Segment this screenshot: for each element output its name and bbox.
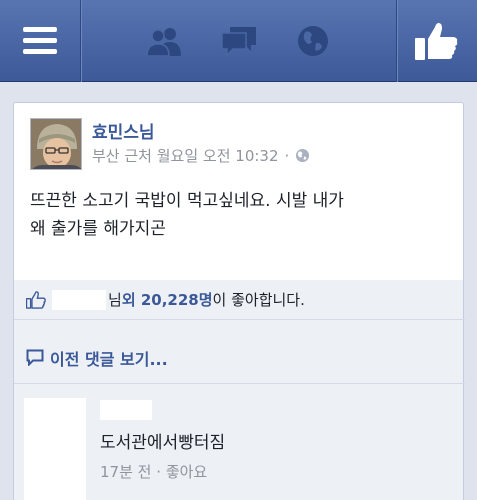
redacted-liker-name — [52, 289, 106, 310]
post-location-time[interactable]: 부산 근처 월요일 오전 10:32 — [92, 145, 279, 166]
menu-button[interactable] — [0, 0, 80, 82]
post-author[interactable]: 효민스님 — [92, 118, 155, 143]
previous-comments-label[interactable]: 이전 댓글 보기... — [50, 346, 168, 370]
post-feedback: 님 외 20,228명 이 좋아합니다. 이전 댓글 보기... 도서관에서빵터… — [13, 280, 465, 500]
likes-summary[interactable]: 님 외 20,228명 이 좋아합니다. — [14, 280, 465, 320]
thumbs-up-icon — [415, 23, 458, 60]
friend-requests-button[interactable] — [138, 0, 190, 82]
commenter-name-redacted[interactable] — [100, 400, 152, 420]
comment-time: 17분 전 — [100, 463, 152, 481]
previous-comments-link[interactable]: 이전 댓글 보기... — [14, 332, 465, 384]
likes-suffix: 이 좋아합니다. — [212, 291, 305, 309]
comment-like-link[interactable]: 좋아요 — [166, 463, 207, 481]
post-text-line-1: 뜨끈한 소고기 국밥이 먹고싶네요. 시발 내가 — [30, 191, 344, 211]
meta-separator: · — [284, 146, 290, 165]
friends-icon — [146, 28, 181, 56]
comment-meta: 17분 전 · 좋아요 — [100, 461, 207, 482]
author-avatar[interactable] — [30, 118, 82, 170]
globe-icon — [296, 148, 310, 163]
likes-name-suffix: 님 — [108, 291, 122, 309]
messages-icon — [221, 27, 256, 57]
likes-others-count[interactable]: 외 20,228명 — [122, 289, 213, 310]
post-card: 효민스님 부산 근처 월요일 오전 10:32 · 뜨끈한 소고기 국밥이 먹고… — [13, 102, 464, 280]
menu-icon — [23, 27, 57, 54]
top-navigation-bar — [0, 0, 477, 82]
like-button[interactable] — [397, 0, 477, 82]
notifications-button[interactable] — [290, 0, 336, 82]
thumbs-up-icon — [26, 290, 46, 309]
comment-meta-separator: · — [156, 463, 162, 481]
post-text: 뜨끈한 소고기 국밥이 먹고싶네요. 시발 내가 왜 출가를 해가지곤 — [30, 187, 450, 243]
messages-button[interactable] — [214, 0, 264, 82]
commenter-avatar-redacted[interactable] — [24, 398, 86, 500]
globe-icon — [298, 26, 328, 56]
post-text-line-2: 왜 출가를 해가지곤 — [30, 219, 166, 239]
comment-bubble-icon — [26, 349, 44, 366]
comment-item: 도서관에서빵터짐 17분 전 · 좋아요 — [14, 388, 465, 500]
comment-text: 도서관에서빵터짐 — [100, 433, 226, 453]
post-meta: 부산 근처 월요일 오전 10:32 · — [92, 145, 310, 166]
